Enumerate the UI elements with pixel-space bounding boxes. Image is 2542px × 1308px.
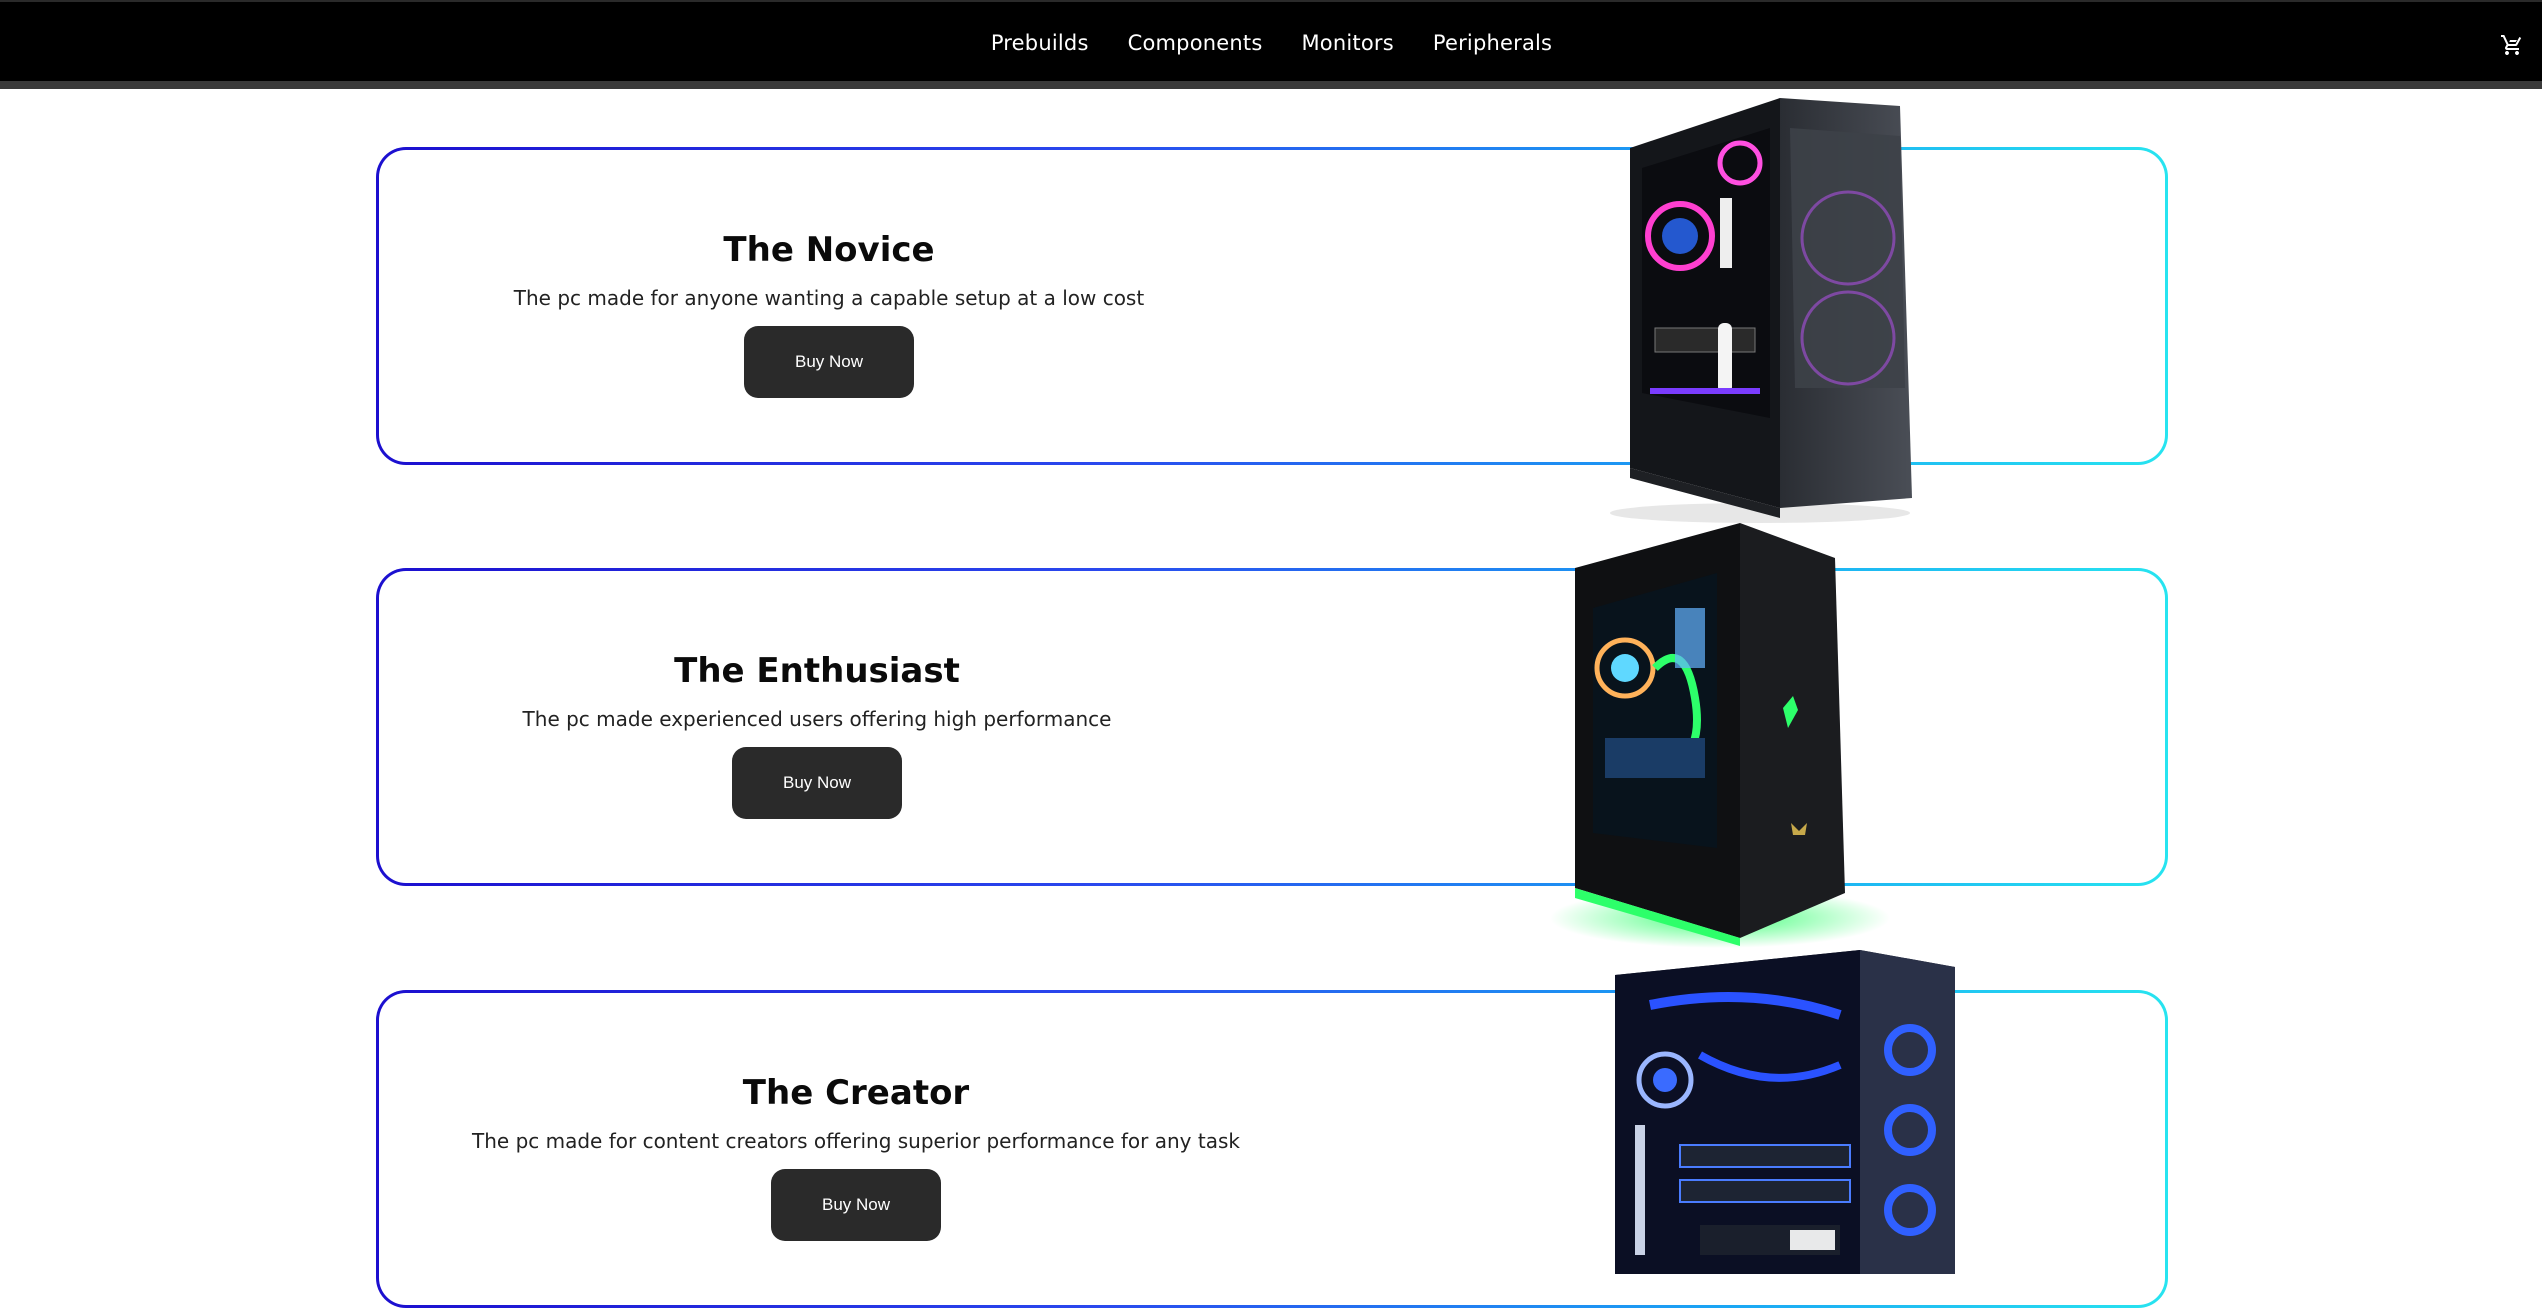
product-title: The Enthusiast — [674, 651, 960, 691]
buy-now-button[interactable]: Buy Now — [771, 1169, 941, 1241]
product-description: The pc made experienced users offering h… — [522, 707, 1112, 731]
buy-now-button[interactable]: Buy Now — [732, 747, 902, 819]
product-description: The pc made for content creators offerin… — [472, 1129, 1240, 1153]
product-card-body: The Creator The pc made for content crea… — [379, 993, 2165, 1305]
nav-link-peripherals[interactable]: Peripherals — [1433, 31, 1552, 55]
shopping-cart-icon[interactable] — [2500, 33, 2524, 57]
nav-links: Prebuilds Components Monitors Peripheral… — [0, 2, 2542, 84]
nav-link-components[interactable]: Components — [1128, 31, 1263, 55]
product-card-body: The Novice The pc made for anyone wantin… — [379, 150, 2165, 462]
product-card-enthusiast: The Enthusiast The pc made experienced u… — [376, 568, 2168, 886]
product-title: The Novice — [723, 230, 935, 270]
buy-now-button[interactable]: Buy Now — [744, 326, 914, 398]
product-card-novice: The Novice The pc made for anyone wantin… — [376, 147, 2168, 465]
product-description: The pc made for anyone wanting a capable… — [513, 286, 1145, 310]
nav-link-prebuilds[interactable]: Prebuilds — [991, 31, 1089, 55]
product-title: The Creator — [742, 1073, 970, 1113]
top-navbar: Prebuilds Components Monitors Peripheral… — [0, 0, 2542, 89]
product-card-creator: The Creator The pc made for content crea… — [376, 990, 2168, 1308]
nav-link-monitors[interactable]: Monitors — [1301, 31, 1393, 55]
product-card-body: The Enthusiast The pc made experienced u… — [379, 571, 2165, 883]
